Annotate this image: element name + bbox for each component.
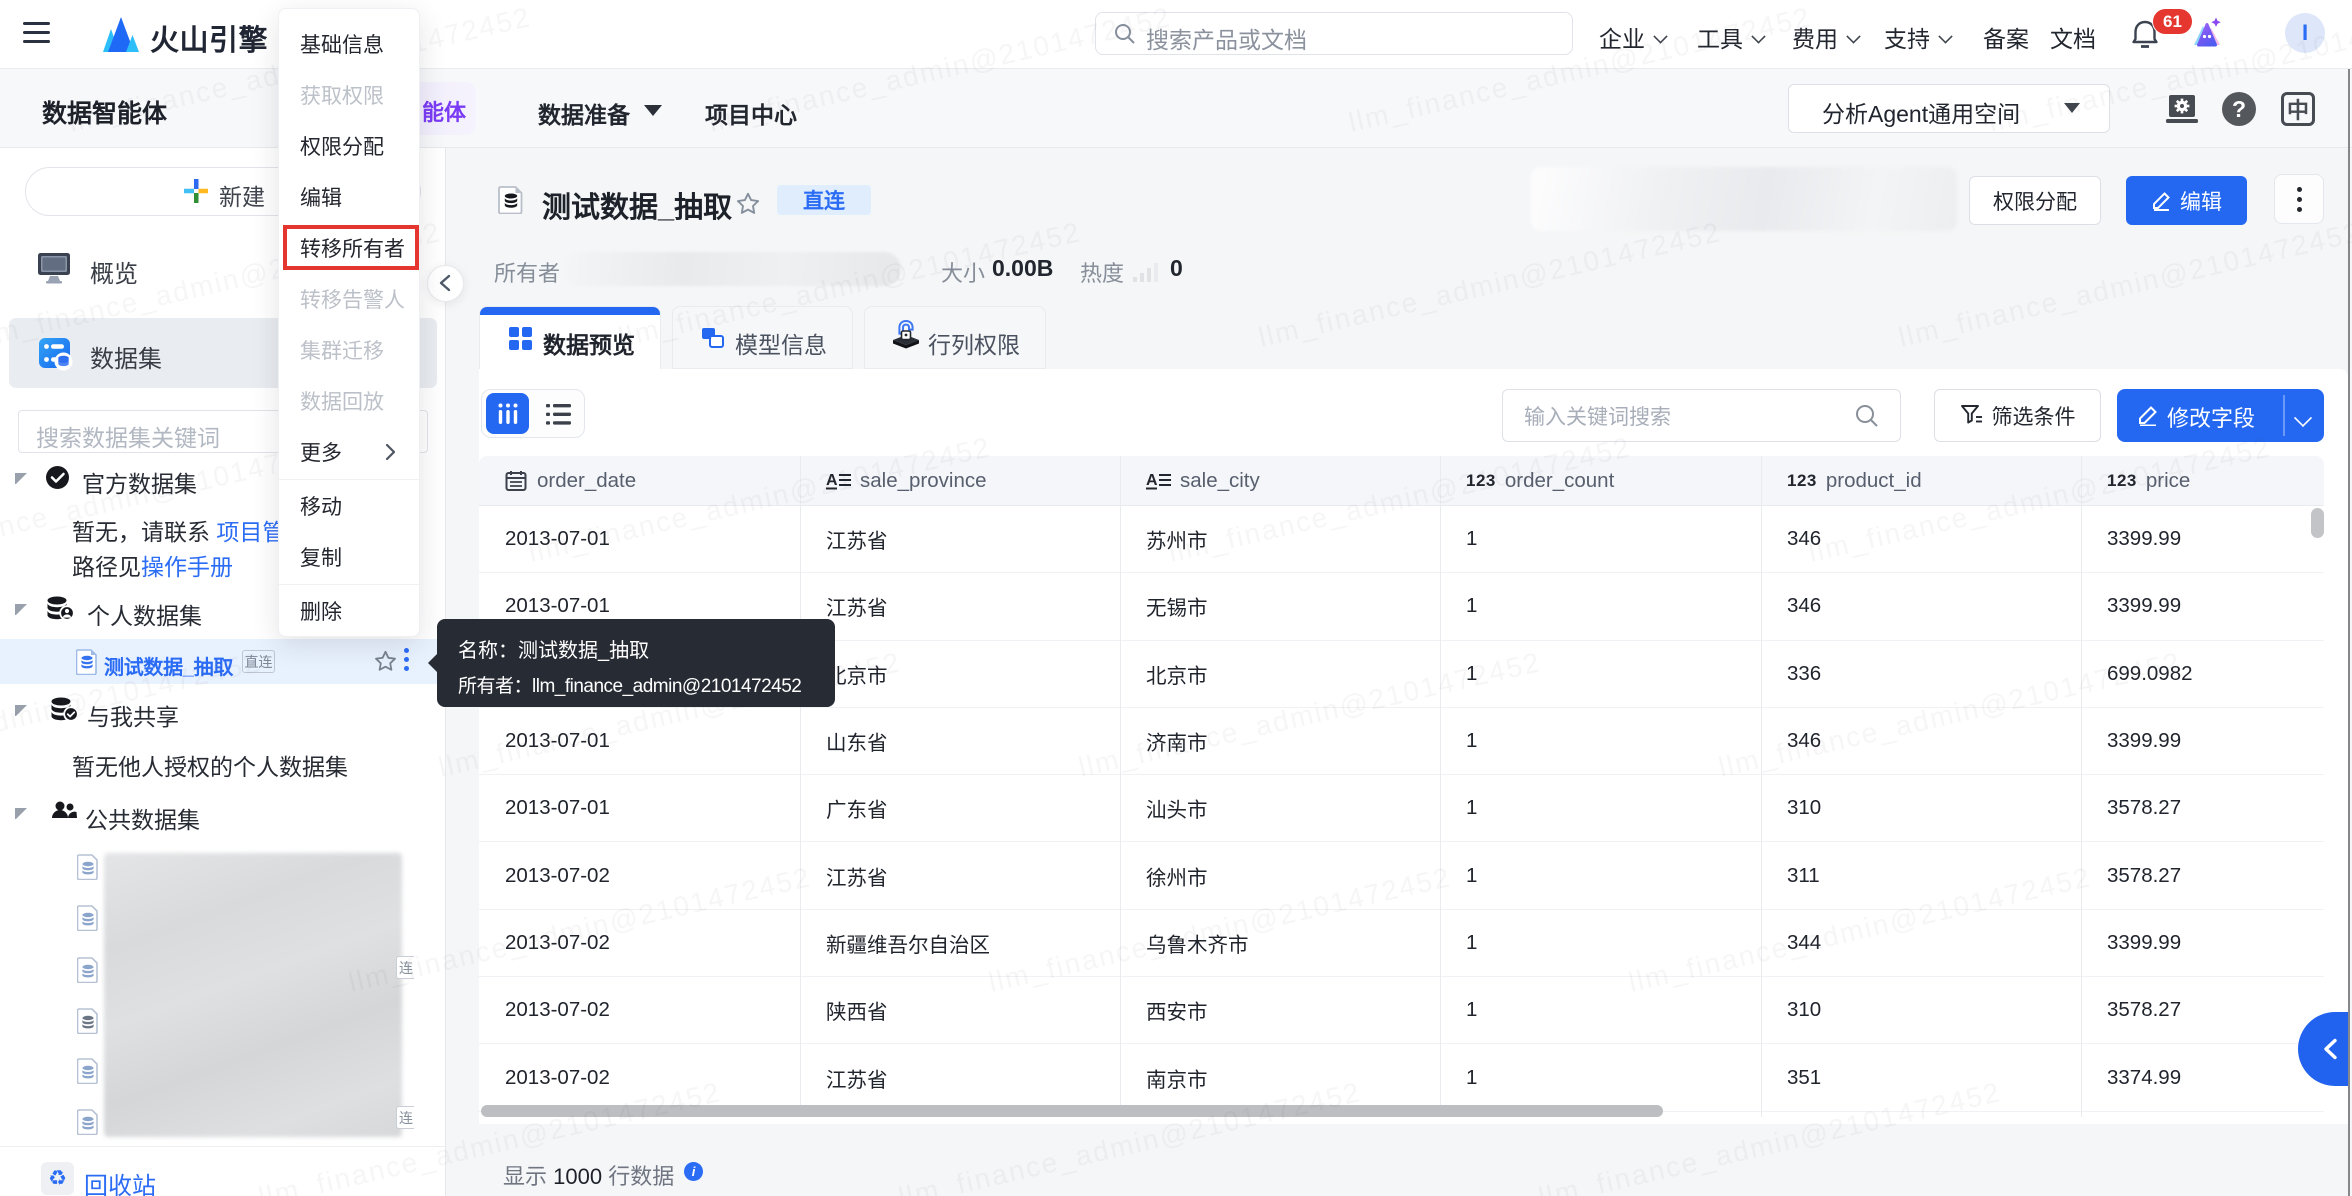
svg-text:A: A: [1146, 472, 1158, 489]
svg-text:A: A: [826, 472, 838, 489]
